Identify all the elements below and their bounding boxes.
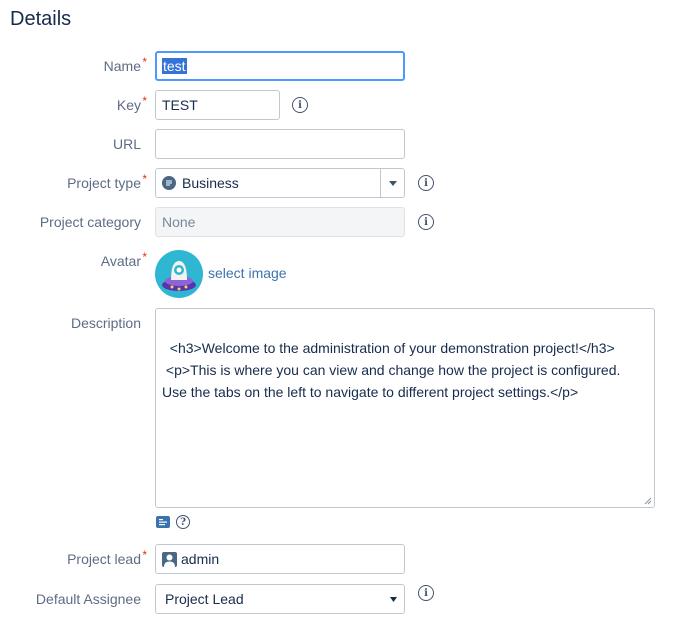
required-marker: * xyxy=(142,55,147,69)
url-label: URL xyxy=(112,136,141,152)
required-marker: * xyxy=(142,250,147,264)
text-format-icon[interactable] xyxy=(156,516,170,528)
description-label: Description xyxy=(70,315,141,331)
avatar[interactable] xyxy=(155,250,203,298)
name-input-value: test xyxy=(162,58,187,74)
default-assignee-select[interactable]: Project Lead xyxy=(155,584,405,614)
project-type-info-icon[interactable]: i xyxy=(418,175,434,191)
url-input[interactable] xyxy=(155,129,405,159)
avatar-label: Avatar * xyxy=(101,250,147,271)
key-input-value: TEST xyxy=(162,97,198,113)
required-marker: * xyxy=(142,172,147,186)
project-type-value: Business xyxy=(182,175,239,191)
project-category-placeholder: None xyxy=(162,214,196,230)
project-lead-input[interactable]: admin xyxy=(155,544,405,574)
project-category-info-icon[interactable]: i xyxy=(418,214,434,230)
description-value: <h3>Welcome to the administration of you… xyxy=(162,340,621,400)
section-title: Details xyxy=(10,8,72,30)
description-textarea[interactable]: <h3>Welcome to the administration of you… xyxy=(155,308,655,508)
project-lead-label: Project lead * xyxy=(67,548,147,569)
business-type-icon xyxy=(162,176,176,190)
required-marker: * xyxy=(142,94,147,108)
key-info-icon[interactable]: i xyxy=(292,97,308,113)
chevron-down-icon xyxy=(388,180,397,186)
project-type-label: Project type * xyxy=(67,172,147,193)
user-icon xyxy=(162,551,177,567)
project-category-label: Project category xyxy=(39,214,141,230)
project-type-dropdown-button[interactable] xyxy=(380,169,404,197)
project-type-select[interactable]: Business xyxy=(155,168,405,198)
key-input[interactable]: TEST xyxy=(155,90,280,120)
resize-handle-icon[interactable] xyxy=(644,497,652,505)
key-label: Key * xyxy=(117,94,147,115)
help-icon[interactable]: ? xyxy=(176,515,190,529)
required-marker: * xyxy=(142,548,147,562)
select-image-link[interactable]: select image xyxy=(208,265,287,281)
project-lead-value: admin xyxy=(181,551,220,567)
default-assignee-info-icon[interactable]: i xyxy=(418,585,434,601)
name-label: Name * xyxy=(104,55,147,76)
default-assignee-label: Default Assignee xyxy=(35,591,141,607)
default-assignee-value: Project Lead xyxy=(165,591,244,607)
chevron-down-icon xyxy=(390,597,397,602)
project-category-input: None xyxy=(155,207,405,237)
name-input[interactable]: test xyxy=(155,51,405,81)
